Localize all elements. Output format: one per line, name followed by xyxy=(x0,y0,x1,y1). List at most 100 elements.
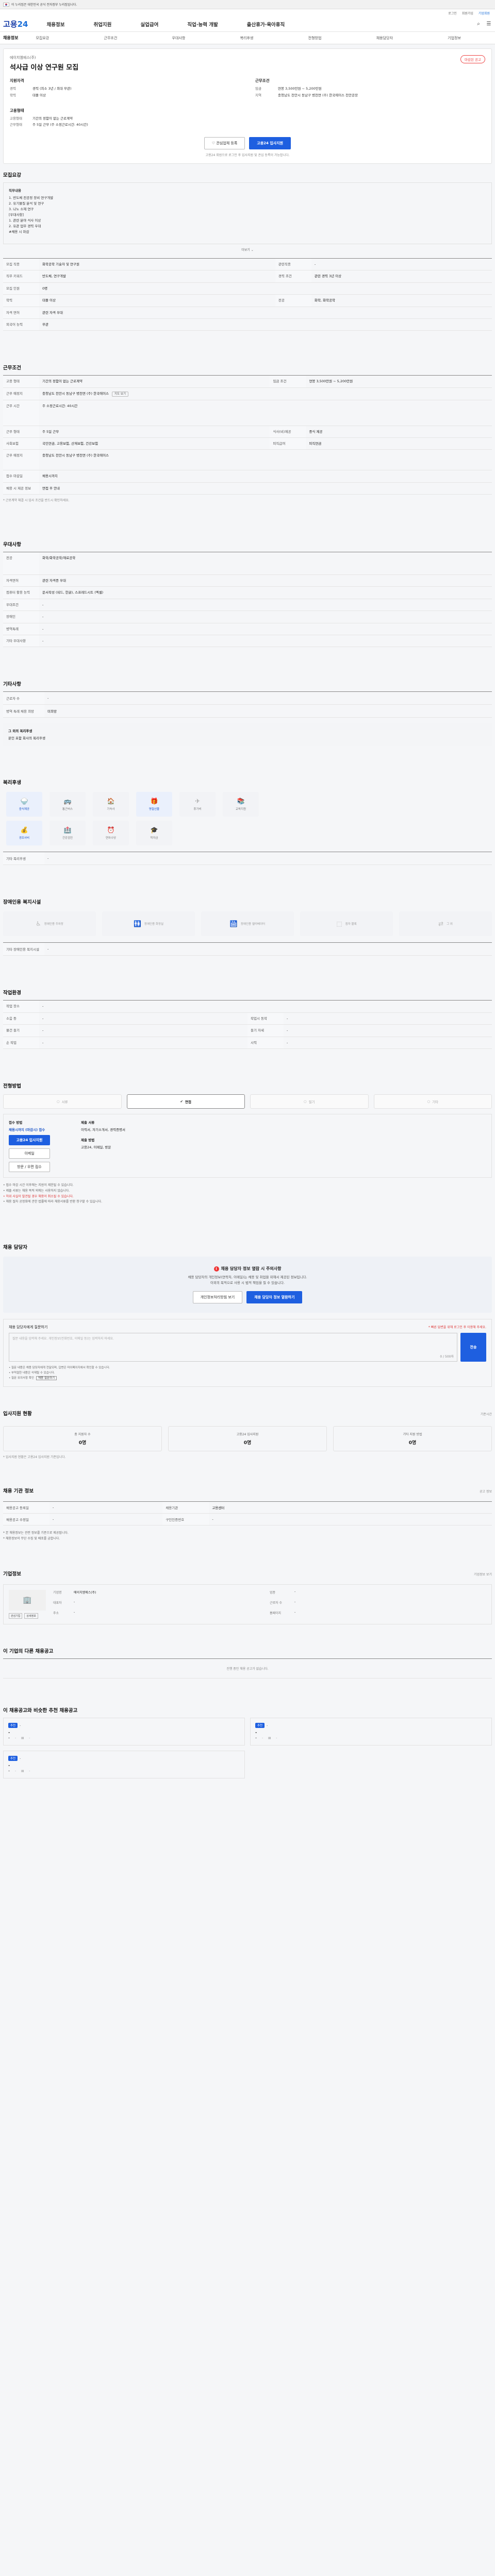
table-row: 근무 예정지 충청남도 천안시 동남구 병천면 (주) 한국에이스 지도 보기 xyxy=(3,387,492,400)
map-button[interactable]: 지도 보기 xyxy=(112,391,129,397)
rec-top: 추천 - xyxy=(255,1722,487,1728)
rec-tag: 추천 xyxy=(8,1722,18,1728)
gnb-item-benefit[interactable]: 실업급여 xyxy=(140,21,158,28)
row-value: 퇴직연금 xyxy=(306,437,492,450)
tab-benefit[interactable]: 복리후생 xyxy=(240,36,254,41)
benefit-item: 🎓 학자금 xyxy=(136,821,172,846)
recommend-card[interactable]: 추천 - - ⌖ - ▤ - xyxy=(3,1750,245,1778)
other-section: 기타사항 근로자 수- 병역 특례 채용 희망 미희망 그 외의 복리후생 본인 … xyxy=(3,680,492,746)
row-key: 퇴직급여 xyxy=(270,437,306,450)
benefit-item: 💰 경조사비 xyxy=(6,821,42,846)
logo[interactable]: 고용 24 xyxy=(3,19,28,29)
benefit-icon: 🏠 xyxy=(107,798,115,805)
process-step: ○ 필기 xyxy=(250,1094,369,1109)
tab-hr[interactable]: 채용담당자 xyxy=(376,36,393,41)
facility-label: 장애인용 주차장 xyxy=(44,923,63,926)
note-line: • 질문 유의사항 확인 채용 질문하기 xyxy=(9,1376,486,1381)
question-guide-button[interactable]: 채용 질문하기 xyxy=(36,1376,57,1381)
row-value: 연봉 3,500만원 ~ 5,200만원 xyxy=(306,375,492,388)
recruit-line: 1. 관련 분야 석사 이상 xyxy=(9,218,41,223)
benefit-label: 명절선물 xyxy=(148,808,160,811)
signup-link[interactable]: 회원가입 xyxy=(462,11,473,15)
info-key: 근로자 수 xyxy=(270,1601,282,1605)
question-input[interactable]: 질문 내용을 입력해 주세요. 개인정보(전화번호, 이메일 등)는 입력하지 … xyxy=(9,1333,457,1362)
apply-online-button[interactable]: 고용24 입사지원 xyxy=(9,1135,50,1145)
apply-docs: 제출 서류 이력서, 자기소개서, 경력증명서 제출 방법 고용24, 이메일,… xyxy=(81,1120,125,1172)
company-more-link[interactable]: 기업정보 보기 xyxy=(474,1572,492,1577)
gnb-item-jobs[interactable]: 채용정보 xyxy=(46,21,64,28)
benefit-icon: ✈ xyxy=(194,798,201,805)
recruit-line: 1. 반도체 전공정 장비 연구개발 xyxy=(9,196,54,200)
row-value: 주 소정근로시간: 40시간 xyxy=(39,400,492,426)
rec-meta-item: - xyxy=(262,1736,263,1740)
tab-process[interactable]: 전형방법 xyxy=(308,36,322,41)
logo-sub: 24 xyxy=(17,20,28,29)
privacy-policy-button[interactable]: 개인정보처리방침 보기 xyxy=(192,1291,243,1304)
facility-icon: ⬚ xyxy=(336,920,342,928)
facility-section: 장애인용 복지시설 ♿ 장애인용 주차장 🚻 장애인용 화장실 🛗 장애인용 엘리베이터 ⬚… xyxy=(3,898,492,956)
info-value: 에이치엠에스(주) xyxy=(74,1590,96,1595)
apply-button[interactable]: 고용24 입사지원 xyxy=(249,137,291,149)
benefit-label: 연차수당 xyxy=(105,837,117,840)
bullet-line: • 채용 절차 공정화에 관한 법률에 따라 채용서류를 반환 청구할 수 있습… xyxy=(3,1200,103,1204)
company-name[interactable]: 에이치엠에스(주) xyxy=(10,55,78,60)
recommend-card[interactable]: 추천 - - ⌖ - ▤ - xyxy=(250,1717,492,1745)
scrap-button[interactable]: ♡ 관심업체 등록 xyxy=(204,137,245,149)
gnb-item-training[interactable]: 직업·능력 개발 xyxy=(187,21,218,28)
apply-email-button[interactable]: 이메일 xyxy=(9,1148,50,1159)
question-placeholder: 질문 내용을 입력해 주세요. 개인정보(전화번호, 이메일 등)는 입력하지 … xyxy=(12,1337,114,1341)
other-box-head: 그 외의 복리후생 xyxy=(8,729,32,734)
search-icon[interactable]: ⌕ xyxy=(475,21,482,27)
benefit-title: 복리후생 xyxy=(3,780,21,786)
kv-key: 경력 xyxy=(10,87,16,91)
subnav-tabs: 모집요강 근무조건 우대사항 복리후생 전형방법 채용담당자 기업정보 xyxy=(36,36,492,41)
row-value: 무관 xyxy=(39,318,492,331)
gnb-item-leave[interactable]: 출산휴가·육아휴직 xyxy=(247,21,285,28)
menu-icon[interactable]: ☰ xyxy=(486,21,492,27)
apply-visit-button[interactable]: 방문 / 우편 접수 xyxy=(9,1162,50,1172)
apply-note: 고용24 회원으로 로그인 후 입사지원 및 관심 등록이 가능합니다. xyxy=(205,154,290,157)
row-key: 전공 xyxy=(3,552,39,575)
company-fav-button[interactable]: 관심기업 xyxy=(9,1613,23,1619)
env-table: 작업 장소 - 소음 등 - 작업시 동작 - 물건 들기 - 들기 자세 - 손 작업 - 시력… xyxy=(3,1000,492,1049)
apply-status-head: 입사지원 현황 기준시간 xyxy=(3,1408,492,1421)
process-bullets: • 접수 마감 시간 이후에는 지원이 제한될 수 있습니다. • 제출 서류는… xyxy=(3,1183,492,1205)
facility-label: 그 외 xyxy=(447,923,453,926)
tab-recruit[interactable]: 모집요강 xyxy=(36,36,49,41)
facility-title: 장애인용 복지시설 xyxy=(3,900,41,906)
table-row: 물건 들기 - 들기 자세 - xyxy=(3,1024,492,1037)
send-button[interactable]: 전송 xyxy=(460,1333,486,1362)
recruit-line: 2. 유기물질 분석 및 연구 xyxy=(9,201,44,206)
table-row: 모집 인원 0명 xyxy=(3,282,492,295)
step-label: 서류 xyxy=(61,1100,68,1104)
company-member-link[interactable]: 기업회원 xyxy=(478,11,490,15)
location-icon: ⌖ xyxy=(8,1736,10,1740)
rec-tag: 추천 xyxy=(255,1722,265,1728)
row-key: 자격 면허 xyxy=(3,307,39,319)
gnb-item-support[interactable]: 취업지원 xyxy=(93,21,111,28)
post-info-right[interactable]: 공고 정보 xyxy=(480,1489,492,1494)
hr-warn-text: 채용 담당자 정보 열람 시 주의사항 xyxy=(221,1266,282,1272)
tab-work[interactable]: 근무조건 xyxy=(104,36,118,41)
gov-banner: 이 누리집은 대한민국 공식 전자정부 누리집입니다. xyxy=(0,0,495,9)
kv-value: 기간의 정함이 없는 근로계약 xyxy=(32,116,73,121)
rec-meta: ⌖ - ▤ - xyxy=(8,1770,240,1773)
table-row: 모집 직종 화학공학 기술자 및 연구원 관련직종 - xyxy=(3,258,492,271)
tab-company[interactable]: 기업정보 xyxy=(448,36,461,41)
tab-prefer[interactable]: 우대사항 xyxy=(172,36,186,41)
row-value: - xyxy=(39,623,492,636)
more-toggle[interactable]: 더보기 ⌄ xyxy=(3,247,492,252)
row-value: - xyxy=(39,1037,248,1049)
facility-icon: ♿ xyxy=(36,920,41,928)
facility-icon: 🚻 xyxy=(133,920,141,928)
login-link[interactable]: 로그인 xyxy=(448,11,457,15)
kv-key: 학력 xyxy=(10,93,16,97)
recommend-card[interactable]: 추천 - - ⌖ - ▤ - xyxy=(3,1717,245,1745)
row-value: 관련 자격 우대 xyxy=(39,307,492,319)
company-detail-button[interactable]: 상세정보 xyxy=(24,1613,38,1619)
view-hr-contact-button[interactable]: 채용 담당자 정보 열람하기 xyxy=(246,1291,303,1304)
recruit-line: #채용 시 마감 xyxy=(9,230,29,234)
